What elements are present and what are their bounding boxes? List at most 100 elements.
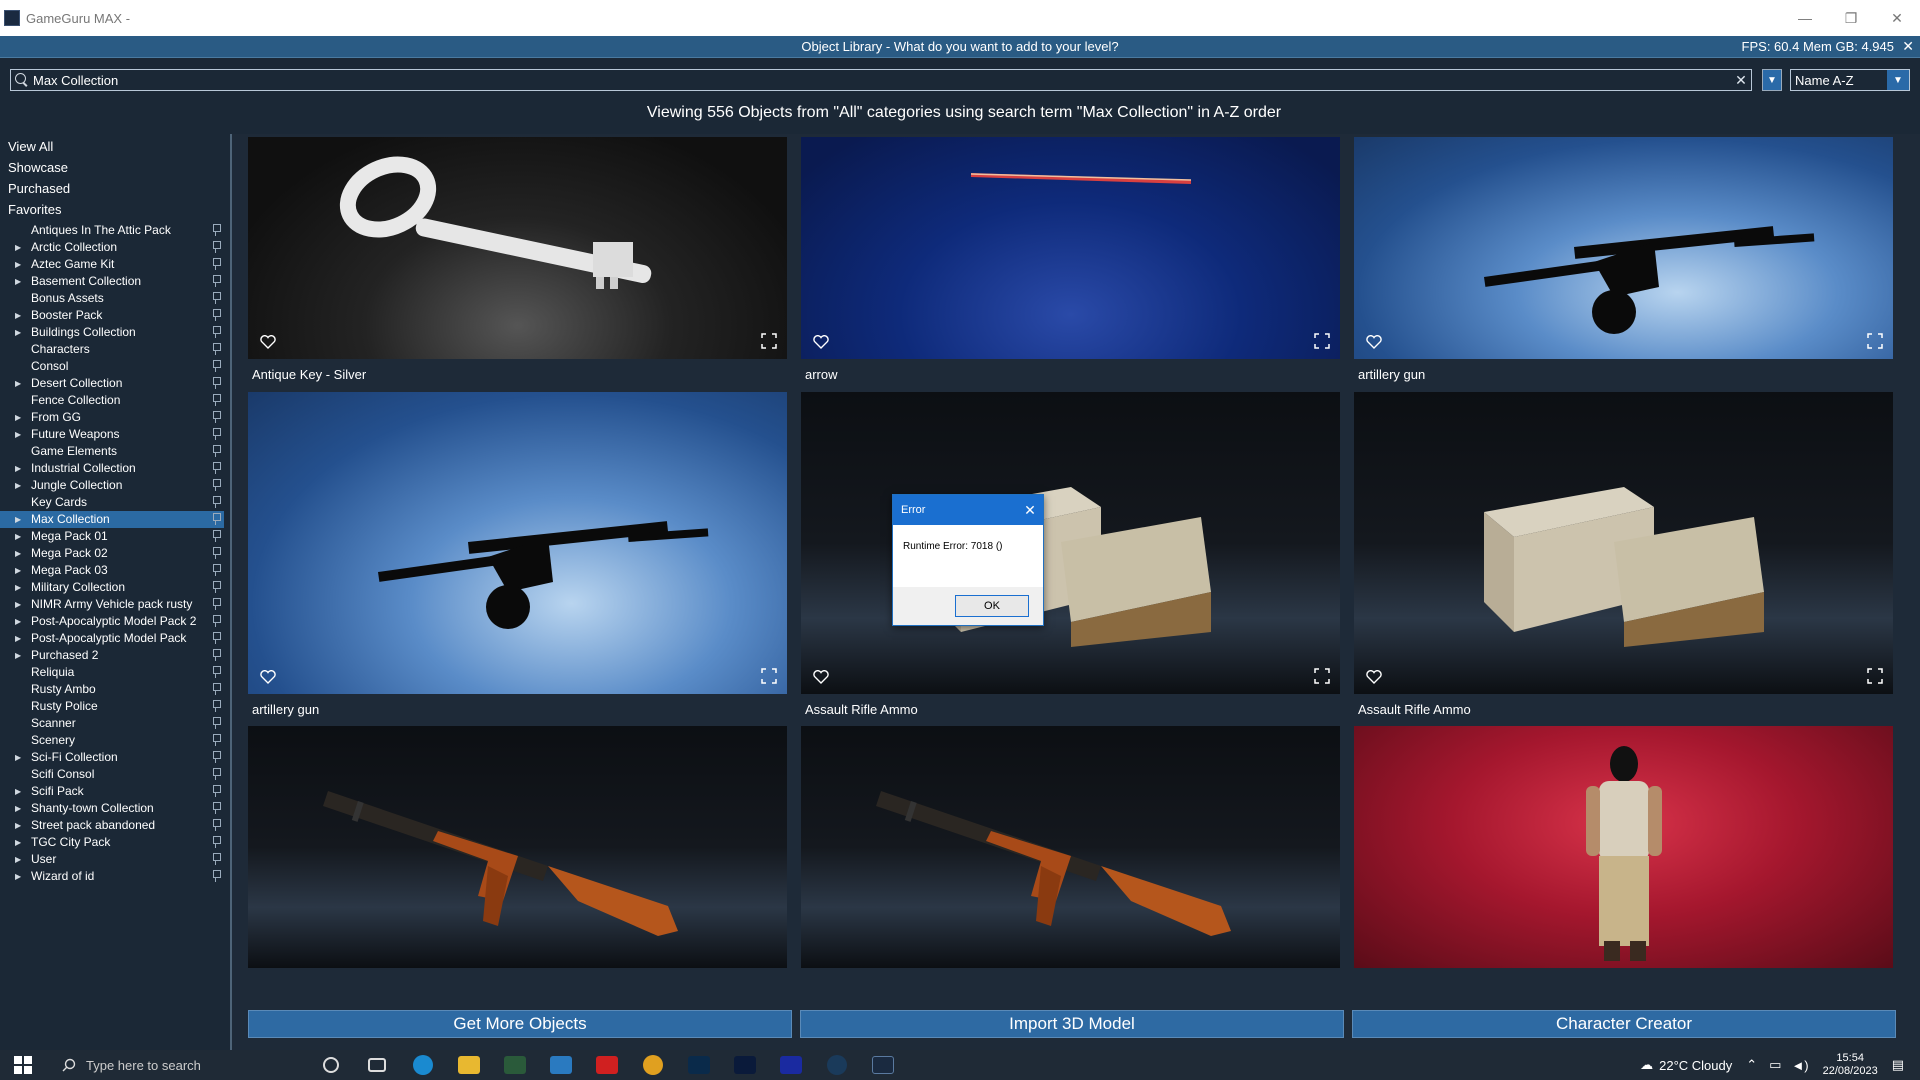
sidebar-category-item[interactable]: ▶ Basement Collection <box>0 273 224 290</box>
expand-arrow-icon[interactable]: ▶ <box>15 630 21 647</box>
expand-arrow-icon[interactable]: ▶ <box>15 562 21 579</box>
expand-arrow-icon[interactable]: ▶ <box>15 851 21 868</box>
heart-icon[interactable] <box>1366 670 1382 684</box>
vscode-icon[interactable] <box>538 1050 584 1080</box>
sidebar-category-item[interactable]: ▶ Street pack abandoned <box>0 817 224 834</box>
pin-icon[interactable] <box>212 734 221 746</box>
cortana-icon[interactable] <box>308 1050 354 1080</box>
restore-button[interactable]: ❐ <box>1828 0 1874 36</box>
expand-arrow-icon[interactable]: ▶ <box>15 409 21 426</box>
object-tile[interactable]: Assault Rifle Ammo <box>801 392 1340 718</box>
sidebar-category-item[interactable]: ▶ Jungle Collection <box>0 477 224 494</box>
chevron-up-icon[interactable]: ⌃ <box>1746 1057 1757 1073</box>
sidebar-category-item[interactable]: Key Cards <box>0 494 224 511</box>
ammo-box-thumbnail[interactable] <box>1354 392 1893 694</box>
expand-arrow-icon[interactable]: ▶ <box>15 511 21 528</box>
lightroom-icon[interactable] <box>676 1050 722 1080</box>
sidebar-item-showcase[interactable]: Showcase <box>0 157 230 178</box>
sidebar-category-item[interactable]: ▶ Buildings Collection <box>0 324 224 341</box>
sidebar-category-item[interactable]: ▶ NIMR Army Vehicle pack rusty <box>0 596 224 613</box>
sidebar-category-item[interactable]: Consol <box>0 358 224 375</box>
sidebar-category-item[interactable]: ▶ TGC City Pack <box>0 834 224 851</box>
pin-icon[interactable] <box>212 564 221 576</box>
sidebar-category-item[interactable]: ▶ Purchased 2 <box>0 647 224 664</box>
close-window-button[interactable]: ✕ <box>1874 0 1920 36</box>
import-3d-model-button[interactable]: Import 3D Model <box>800 1010 1344 1038</box>
ammo-box-thumbnail[interactable] <box>801 392 1340 694</box>
sidebar-category-item[interactable]: ▶ Scifi Pack <box>0 783 224 800</box>
pin-icon[interactable] <box>212 717 221 729</box>
pin-icon[interactable] <box>212 649 221 661</box>
expand-arrow-icon[interactable]: ▶ <box>15 324 21 341</box>
object-tile[interactable] <box>1354 726 1893 968</box>
expand-icon[interactable] <box>761 333 777 349</box>
expand-arrow-icon[interactable]: ▶ <box>15 749 21 766</box>
pin-icon[interactable] <box>212 632 221 644</box>
sidebar-category-item[interactable]: ▶ Desert Collection <box>0 375 224 392</box>
sidebar-category-item[interactable]: Rusty Ambo <box>0 681 224 698</box>
pin-icon[interactable] <box>212 360 221 372</box>
expand-arrow-icon[interactable]: ▶ <box>15 647 21 664</box>
volume-icon[interactable]: ◄) <box>1791 1058 1808 1073</box>
expand-arrow-icon[interactable]: ▶ <box>15 528 21 545</box>
object-tile[interactable]: artillery gun <box>248 392 787 718</box>
search-clear-icon[interactable]: ✕ <box>1731 72 1751 89</box>
pin-icon[interactable] <box>212 241 221 253</box>
sidebar-item-view-all[interactable]: View All <box>0 136 230 157</box>
sidebar-category-item[interactable]: ▶ From GG <box>0 409 224 426</box>
object-tile[interactable] <box>801 726 1340 968</box>
sidebar-category-item[interactable]: ▶ Military Collection <box>0 579 224 596</box>
get-more-objects-button[interactable]: Get More Objects <box>248 1010 792 1038</box>
sidebar-category-item[interactable]: ▶ Sci-Fi Collection <box>0 749 224 766</box>
pin-icon[interactable] <box>212 462 221 474</box>
sidebar-category-item[interactable]: ▶ Mega Pack 01 <box>0 528 224 545</box>
expand-arrow-icon[interactable]: ▶ <box>15 307 21 324</box>
key-thumbnail[interactable] <box>248 137 787 359</box>
steam-icon[interactable] <box>814 1050 860 1080</box>
minimize-button[interactable]: — <box>1782 0 1828 36</box>
sidebar-category-item[interactable]: Rusty Police <box>0 698 224 715</box>
gameguru-app-icon[interactable] <box>492 1050 538 1080</box>
pin-icon[interactable] <box>212 377 221 389</box>
pin-icon[interactable] <box>212 411 221 423</box>
pin-icon[interactable] <box>212 615 221 627</box>
dialog-close-icon[interactable]: ✕ <box>1017 502 1043 519</box>
rgh-app-icon[interactable] <box>768 1050 814 1080</box>
expand-arrow-icon[interactable]: ▶ <box>15 239 21 256</box>
sidebar-category-item[interactable]: ▶ Shanty-town Collection <box>0 800 224 817</box>
pin-icon[interactable] <box>212 326 221 338</box>
pin-icon[interactable] <box>212 785 221 797</box>
expand-arrow-icon[interactable]: ▶ <box>15 256 21 273</box>
pin-icon[interactable] <box>212 343 221 355</box>
sidebar-category-item[interactable]: Scifi Consol <box>0 766 224 783</box>
pin-icon[interactable] <box>212 768 221 780</box>
pin-icon[interactable] <box>212 445 221 457</box>
expand-icon[interactable] <box>1867 668 1883 684</box>
expand-icon[interactable] <box>1314 333 1330 349</box>
sidebar-category-item[interactable]: ▶ Booster Pack <box>0 307 224 324</box>
expand-arrow-icon[interactable]: ▶ <box>15 579 21 596</box>
pin-icon[interactable] <box>212 496 221 508</box>
network-icon[interactable]: ▭ <box>1769 1057 1781 1073</box>
pin-icon[interactable] <box>212 479 221 491</box>
filter-dropdown-button[interactable]: ▼ <box>1762 69 1782 91</box>
expand-arrow-icon[interactable]: ▶ <box>15 460 21 477</box>
taskbar-clock[interactable]: 15:54 22/08/2023 <box>1823 1052 1878 1078</box>
arrow-thumbnail[interactable] <box>801 137 1340 359</box>
sidebar-category-item[interactable]: ▶ Aztec Game Kit <box>0 256 224 273</box>
sidebar-category-item[interactable]: Characters <box>0 341 224 358</box>
sidebar-category-item[interactable]: ▶ Mega Pack 02 <box>0 545 224 562</box>
task-view-icon[interactable] <box>354 1050 400 1080</box>
sidebar-item-favorites[interactable]: Favorites <box>0 199 230 220</box>
expand-arrow-icon[interactable]: ▶ <box>15 477 21 494</box>
pin-icon[interactable] <box>212 802 221 814</box>
pin-icon[interactable] <box>212 547 221 559</box>
sidebar-item-purchased[interactable]: Purchased <box>0 178 230 199</box>
expand-icon[interactable] <box>1314 668 1330 684</box>
object-tile[interactable]: arrow <box>801 137 1340 383</box>
start-button[interactable] <box>0 1050 46 1080</box>
object-tile[interactable]: Assault Rifle Ammo <box>1354 392 1893 718</box>
notifications-icon[interactable]: ▤ <box>1892 1057 1904 1073</box>
heart-icon[interactable] <box>813 335 829 349</box>
expand-arrow-icon[interactable]: ▶ <box>15 868 21 885</box>
